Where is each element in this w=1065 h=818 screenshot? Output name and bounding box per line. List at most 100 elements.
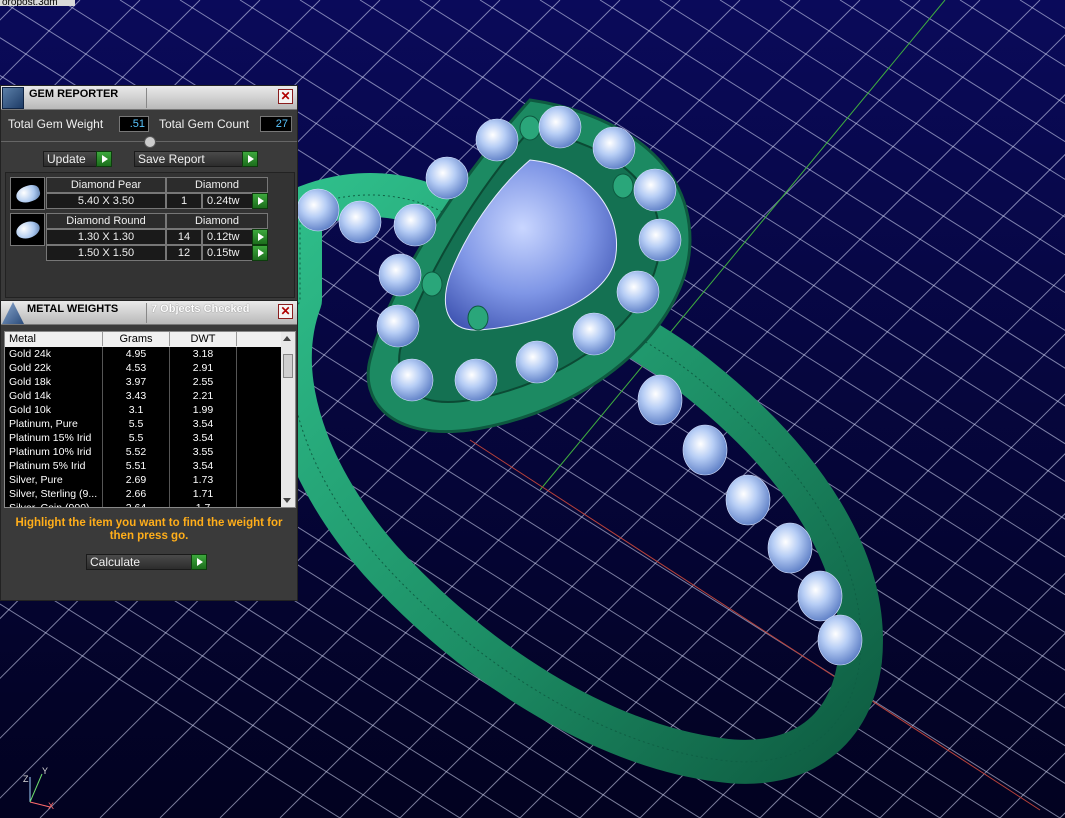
gem-weight[interactable]: 0.12tw [202,229,268,245]
prong [467,305,489,331]
halo-stone [376,304,420,348]
grams-cell: 4.53 [103,361,170,375]
update-button[interactable]: Update [43,151,112,167]
halo-stone [454,358,498,402]
metal-name-cell: Gold 18k [5,375,103,389]
dwt-cell: 3.54 [170,431,237,445]
gem-name: Diamond Round [46,213,166,229]
gem-reporter-title: GEM REPORTER [29,88,119,100]
document-tab-title[interactable]: oropost.3dm [0,0,75,6]
metal-name-cell: Gold 24k [5,347,103,361]
empty-cell [237,459,282,473]
scroll-up-icon[interactable] [283,336,291,341]
grams-cell: 5.5 [103,431,170,445]
gem-thumbnail [10,177,45,210]
scroll-down-icon[interactable] [283,498,291,503]
table-row[interactable]: Gold 24k 4.95 3.18 [5,347,282,361]
save-report-button-label: Save Report [138,152,205,166]
close-icon[interactable]: ✕ [278,89,293,104]
gem-weight[interactable]: 0.15tw [202,245,268,261]
table-row[interactable]: Silver, Coin (900) 2.64 1.7 [5,501,282,507]
halo-stone [425,156,469,200]
instruction-text: Highlight the item you want to find the … [15,517,283,542]
empty-cell [237,473,282,487]
halo-stone [338,200,382,244]
dwt-cell: 3.18 [170,347,237,361]
shank-stone [725,474,771,526]
gem-group[interactable]: Diamond Round Diamond 1.30 X 1.30 14 0.1… [10,213,268,262]
table-scrollbar[interactable] [281,332,295,507]
halo-stone [296,188,340,232]
table-row[interactable]: Platinum 15% Irid 5.5 3.54 [5,431,282,445]
go-arrow-icon[interactable] [252,193,268,209]
table-header: Metal Grams DWT [5,332,282,347]
empty-cell [237,347,282,361]
gem-weight[interactable]: 0.24tw [202,193,268,209]
grams-cell: 2.69 [103,473,170,487]
table-row[interactable]: Platinum, Pure 5.5 3.54 [5,417,282,431]
gem-reporter-titlebar[interactable]: GEM REPORTER ✕ [1,86,297,110]
pear-gem-icon [14,182,42,206]
column-header-dwt[interactable]: DWT [170,332,237,346]
metal-weights-title: METAL WEIGHTS [27,303,119,315]
grams-cell: 3.1 [103,403,170,417]
shank-stone [637,374,683,426]
table-row[interactable]: Gold 18k 3.97 2.55 [5,375,282,389]
table-row[interactable]: Platinum 5% Irid 5.51 3.54 [5,459,282,473]
halo-stone [393,203,437,247]
gem-name: Diamond Pear [46,177,166,193]
metal-weights-titlebar[interactable]: METAL WEIGHTS 7 Objects Checked ✕ [1,301,297,325]
go-arrow-icon[interactable] [191,554,207,570]
gem-reporter-icon [2,87,24,109]
close-icon[interactable]: ✕ [278,304,293,319]
go-arrow-icon[interactable] [252,245,268,261]
metal-weights-panel: METAL WEIGHTS 7 Objects Checked ✕ Metal … [0,300,298,601]
column-header-metal[interactable]: Metal [5,332,103,346]
gem-weight-value: 0.15tw [207,247,240,259]
grams-cell: 3.97 [103,375,170,389]
halo-stone [592,126,636,170]
gem-group[interactable]: Diamond Pear Diamond 5.40 X 3.50 1 0.24t… [10,177,268,210]
dwt-cell: 3.54 [170,417,237,431]
gem-count: 1 [166,193,202,209]
dwt-cell: 3.54 [170,459,237,473]
halo-stone [638,218,682,262]
dwt-cell: 1.7 [170,501,237,507]
halo-stone [572,312,616,356]
total-gem-weight-value: .51 [119,116,149,132]
shank-stone [682,424,728,476]
dwt-cell: 1.73 [170,473,237,487]
shank-stone [797,570,843,622]
go-arrow-icon[interactable] [96,151,112,167]
table-row[interactable]: Silver, Pure 2.69 1.73 [5,473,282,487]
scroll-thumb[interactable] [283,354,293,378]
grams-cell: 2.66 [103,487,170,501]
table-row[interactable]: Gold 22k 4.53 2.91 [5,361,282,375]
metal-weights-table[interactable]: Metal Grams DWT Gold 24k 4.95 3.18 Gold 22k… [4,331,296,508]
table-row[interactable]: Platinum 10% Irid 5.52 3.55 [5,445,282,459]
axis-gizmo: Z Y X [23,766,54,811]
gem-material: Diamond [166,177,268,193]
go-arrow-icon[interactable] [242,151,258,167]
calculate-button[interactable]: Calculate [86,554,207,570]
gem-reporter-panel: GEM REPORTER ✕ Total Gem Weight .51 Tota… [0,85,298,302]
splitter-grip-icon[interactable] [144,136,156,148]
table-row[interactable]: Silver, Sterling (9... 2.66 1.71 [5,487,282,501]
gem-count: 12 [166,245,202,261]
metal-name-cell: Silver, Sterling (9... [5,487,103,501]
halo-stone [616,270,660,314]
column-header-grams[interactable]: Grams [103,332,170,346]
halo-stone [390,358,434,402]
go-arrow-icon[interactable] [252,229,268,245]
save-report-button[interactable]: Save Report [134,151,258,167]
table-row[interactable]: Gold 10k 3.1 1.99 [5,403,282,417]
grams-cell: 2.64 [103,501,170,507]
empty-cell [237,389,282,403]
empty-cell [237,375,282,389]
prong [421,271,443,297]
metal-name-cell: Silver, Pure [5,473,103,487]
gem-size: 1.30 X 1.30 [46,229,166,245]
grams-cell: 3.43 [103,389,170,403]
gem-size: 1.50 X 1.50 [46,245,166,261]
table-row[interactable]: Gold 14k 3.43 2.21 [5,389,282,403]
